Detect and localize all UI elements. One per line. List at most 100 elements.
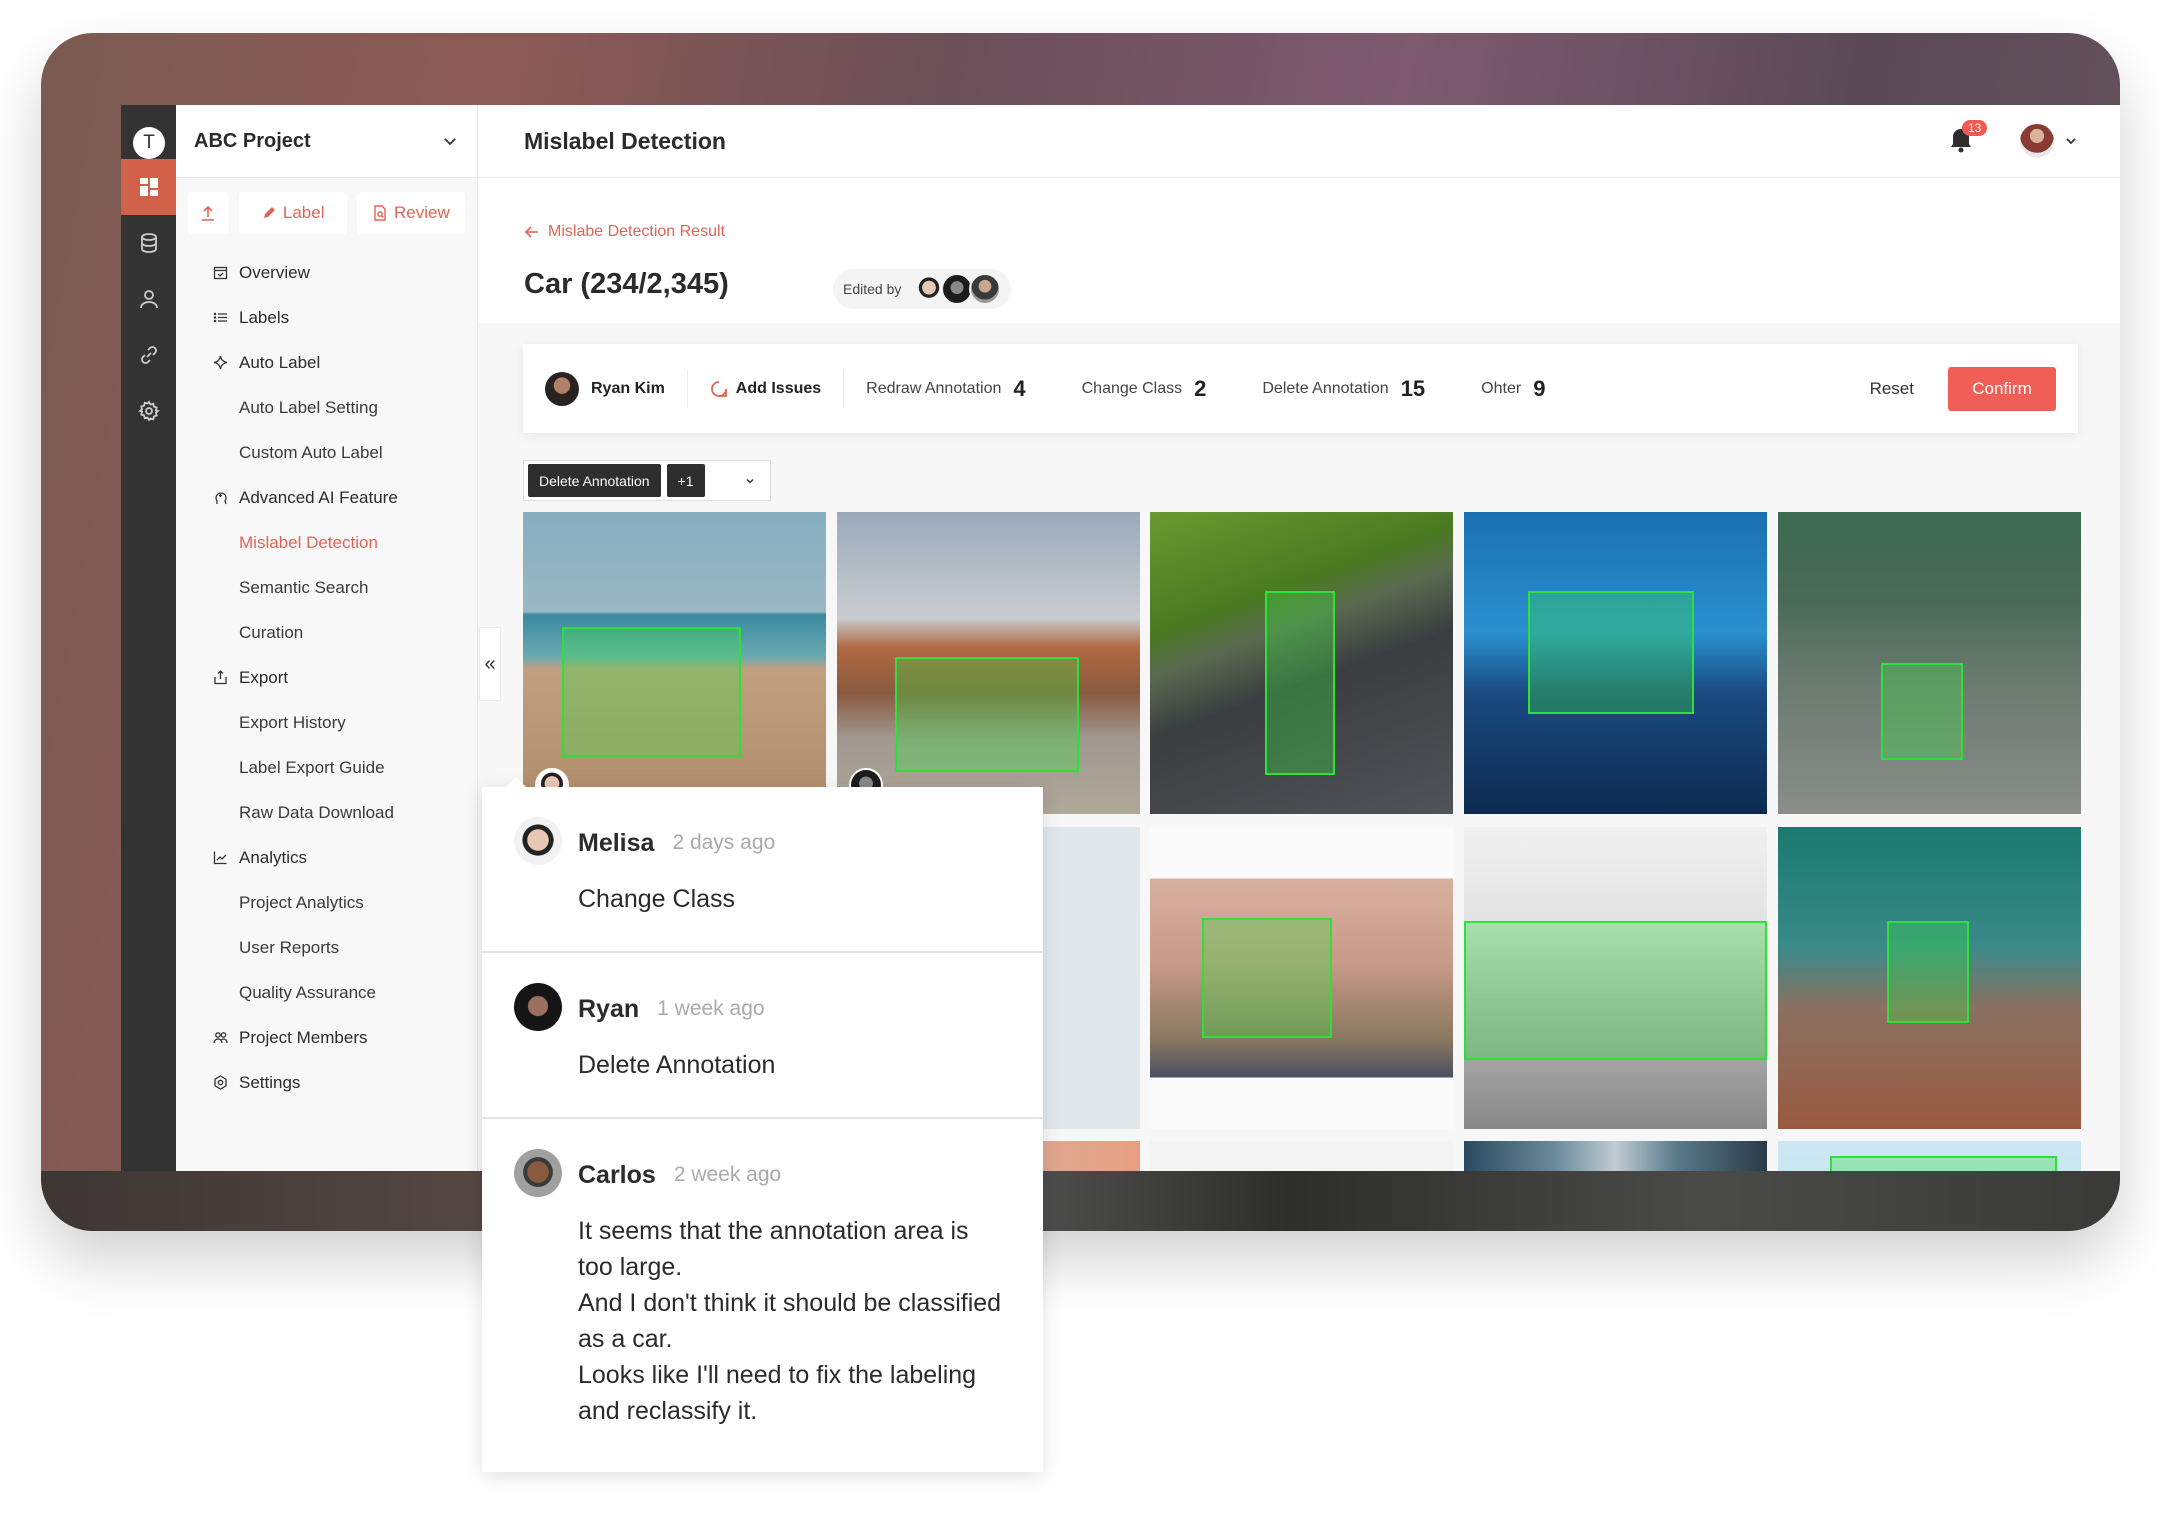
pencil-icon	[263, 207, 275, 218]
sidebar-item-label-export-guide[interactable]: Label Export Guide	[176, 745, 477, 790]
sidebar-item-settings[interactable]: Settings	[176, 1060, 477, 1105]
sidebar-item-label: Raw Data Download	[239, 802, 394, 822]
review-button[interactable]: Review	[356, 192, 465, 234]
annotation-bbox[interactable]	[1201, 917, 1332, 1039]
sidebar-item-quality-assurance[interactable]: Quality Assurance	[176, 970, 477, 1015]
project-selector[interactable]: ABC Project	[176, 105, 477, 178]
sidebar-item-curation[interactable]: Curation	[176, 610, 477, 655]
issue-stat-ohter[interactable]: Ohter 9	[1481, 376, 1545, 402]
export-icon	[213, 670, 239, 685]
top-bar: Mislabel Detection 13	[478, 105, 2120, 178]
detail-header: Mislabe Detection Result Car (234/2,345)…	[478, 178, 2120, 323]
issue-filter-select[interactable]: Delete Annotation +1	[523, 460, 771, 501]
sidebar-item-raw-data-download[interactable]: Raw Data Download	[176, 790, 477, 835]
label-button[interactable]: Label	[238, 192, 347, 234]
chevron-down-icon	[746, 478, 754, 484]
sidebar-item-auto-label[interactable]: Auto Label	[176, 340, 477, 385]
sidebar-item-project-members[interactable]: Project Members	[176, 1015, 477, 1060]
annotation-bbox[interactable]	[1829, 1156, 2057, 1225]
app-screen: T ABC Project Label Review Overview Labe…	[121, 105, 2120, 1225]
sidebar-item-project-analytics[interactable]: Project Analytics	[176, 880, 477, 925]
annotation-bbox[interactable]	[1527, 590, 1695, 715]
chevron-down-icon[interactable]	[2064, 134, 2078, 148]
item-title: Car (234/2,345)	[524, 268, 729, 300]
issue-stat-delete-annotation[interactable]: Delete Annotation 15	[1262, 376, 1425, 402]
issue-stat-change-class[interactable]: Change Class 2	[1082, 376, 1207, 402]
sidebar-item-labels[interactable]: Labels	[176, 295, 477, 340]
settings-icon	[213, 1075, 239, 1090]
image-tile[interactable]	[1464, 1141, 1767, 1225]
filter-more-chip[interactable]: +1	[666, 464, 705, 497]
sidebar-item-auto-label-setting[interactable]: Auto Label Setting	[176, 385, 477, 430]
comment-time: 2 days ago	[672, 831, 776, 854]
link-icon	[140, 346, 157, 364]
notification-badge: 13	[1962, 120, 1988, 136]
reset-button[interactable]: Reset	[1870, 379, 1914, 399]
sidebar-item-label: Label Export Guide	[239, 757, 385, 777]
sidebar-item-label: Overview	[239, 262, 310, 282]
add-issues-button[interactable]: Add Issues	[710, 380, 821, 398]
rail-dashboard[interactable]	[121, 159, 176, 215]
sidebar-item-advanced-ai-feature[interactable]: Advanced AI Feature	[176, 475, 477, 520]
rail-settings[interactable]	[121, 383, 176, 439]
rail-integrations[interactable]	[121, 327, 176, 383]
image-tile[interactable]	[1464, 512, 1767, 814]
sidebar-item-semantic-search[interactable]: Semantic Search	[176, 565, 477, 610]
ai-head-icon	[213, 490, 239, 505]
comment-item: Melisa 2 days ago Change Class	[482, 787, 1043, 953]
sparkle-icon	[213, 355, 239, 370]
annotation-bbox[interactable]	[1887, 920, 1969, 1024]
device-frame: T ABC Project Label Review Overview Labe…	[41, 33, 2120, 1231]
collapse-sidebar-button[interactable]: «	[479, 627, 501, 701]
sidebar-item-custom-auto-label[interactable]: Custom Auto Label	[176, 430, 477, 475]
sidebar-item-overview[interactable]: Overview	[176, 250, 477, 295]
user-icon	[139, 290, 158, 309]
comment-author: Carlos	[578, 1160, 656, 1189]
image-tile[interactable]	[1150, 512, 1453, 814]
user-avatar[interactable]	[2020, 124, 2054, 158]
sidebar-item-user-reports[interactable]: User Reports	[176, 925, 477, 970]
divider	[843, 369, 845, 408]
chart-icon	[213, 850, 239, 865]
notifications-button[interactable]: 13	[1948, 120, 1988, 156]
filter-chip[interactable]: Delete Annotation	[528, 464, 661, 497]
annotation-bbox[interactable]	[1265, 590, 1335, 775]
edited-by-label: Edited by	[843, 281, 902, 297]
image-tile[interactable]	[1150, 1141, 1453, 1225]
reviewer-avatar	[545, 371, 579, 406]
comment-item: Carlos 2 week ago It seems that the annota…	[482, 1119, 1043, 1463]
image-tile[interactable]	[1464, 827, 1767, 1129]
confirm-button[interactable]: Confirm	[1948, 366, 2056, 411]
annotation-bbox[interactable]	[562, 626, 742, 757]
back-link[interactable]: Mislabe Detection Result	[524, 223, 725, 241]
chevron-down-icon	[444, 138, 456, 146]
rail-database[interactable]	[121, 215, 176, 271]
workspace-avatar[interactable]: T	[133, 127, 165, 159]
sidebar-item-label: Semantic Search	[239, 577, 369, 597]
gear-icon	[137, 400, 160, 422]
image-tile[interactable]	[1778, 1141, 2081, 1225]
annotation-bbox[interactable]	[894, 656, 1080, 772]
annotation-bbox[interactable]	[1464, 920, 1767, 1060]
divider	[686, 369, 688, 408]
upload-button[interactable]	[188, 192, 229, 234]
sidebar-item-label: Project Members	[239, 1027, 368, 1047]
image-tile[interactable]	[837, 512, 1140, 814]
image-tile[interactable]	[1150, 827, 1453, 1129]
sidebar-item-mislabel-detection[interactable]: Mislabel Detection	[176, 520, 477, 565]
image-tile[interactable]	[1778, 827, 2081, 1129]
image-tile[interactable]	[1778, 512, 2081, 814]
sidebar-item-label: Advanced AI Feature	[239, 487, 398, 507]
sidebar-item-analytics[interactable]: Analytics	[176, 835, 477, 880]
sidebar-item-export-history[interactable]: Export History	[176, 700, 477, 745]
annotation-bbox[interactable]	[1881, 663, 1963, 760]
sidebar-item-label: Labels	[239, 307, 290, 327]
issue-stats: Redraw Annotation 4 Change Class 2 Delete An…	[866, 376, 1601, 402]
issue-stat-redraw-annotation[interactable]: Redraw Annotation 4	[866, 376, 1025, 402]
sidebar-item-label: Settings	[239, 1072, 301, 1092]
comment-thread-popup: Melisa 2 days ago Change Class Ryan 1 week a…	[482, 777, 1043, 1472]
icon-rail: T	[121, 105, 176, 1225]
image-tile[interactable]	[523, 512, 826, 814]
sidebar-item-export[interactable]: Export	[176, 655, 477, 700]
rail-users[interactable]	[121, 271, 176, 327]
